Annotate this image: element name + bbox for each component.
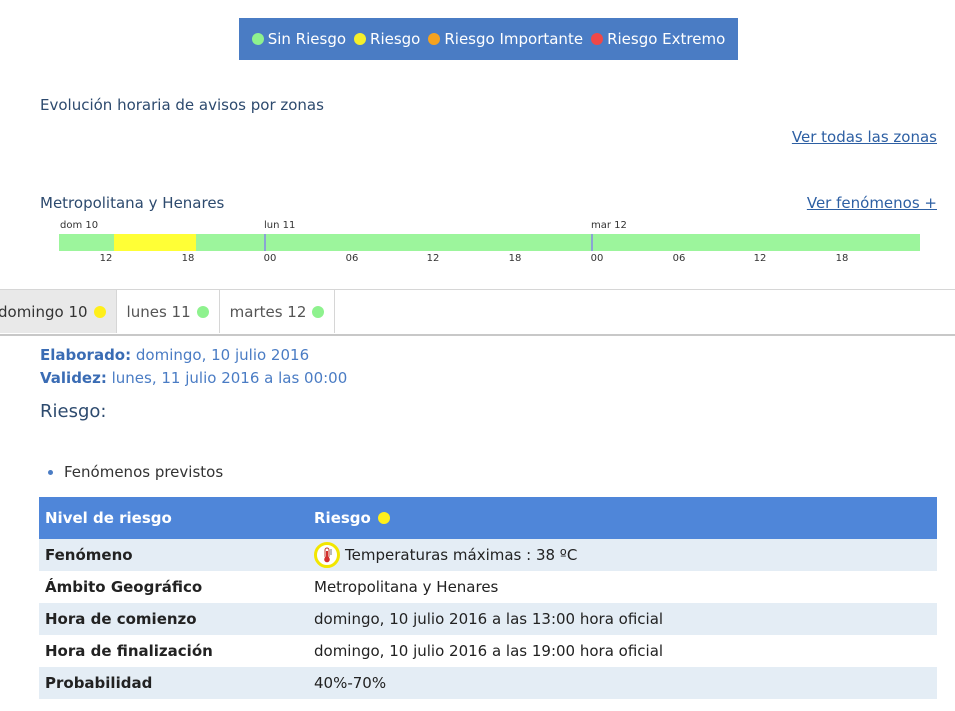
legend-label: Riesgo [370, 30, 421, 48]
bullet-icon [48, 469, 53, 475]
orange-dot-icon [428, 33, 441, 45]
legend-label: Riesgo Extremo [607, 30, 726, 48]
timeline-hour-label: 12 [753, 253, 767, 264]
bullet-text: Fenómenos previstos [64, 463, 224, 481]
red-dot-icon [591, 33, 604, 45]
row-value: domingo, 10 julio 2016 a las 13:00 hora … [308, 603, 937, 635]
legend-item-riesgo-extremo: Riesgo Extremo [591, 30, 725, 48]
timeline-hour-label: 06 [345, 253, 359, 264]
green-dot-icon [312, 305, 325, 318]
header-key: Nivel de riesgo [39, 497, 308, 539]
timeline-segment[interactable] [59, 234, 114, 251]
tab-lunes-11[interactable]: lunes 11 [117, 290, 220, 333]
row-value: 40%-70% [308, 667, 937, 699]
table-row: Hora de finalización domingo, 10 julio 2… [39, 635, 937, 667]
timeline-hour-label: 18 [508, 253, 522, 264]
day-divider [591, 234, 593, 251]
table-row: Ámbito Geográfico Metropolitana y Henare… [39, 571, 937, 603]
section-title: Evolución horaria de avisos por zonas [40, 96, 324, 114]
header-value: Riesgo [308, 497, 937, 539]
timeline-day-label: dom 10 [60, 220, 99, 231]
timeline-hour-label: 12 [426, 253, 440, 264]
timeline-segment[interactable] [114, 234, 196, 251]
row-key: Fenómeno [39, 539, 308, 571]
timeline-segment[interactable] [196, 234, 920, 251]
legend-item-riesgo-importante: Riesgo Importante [428, 30, 583, 48]
timeline-hour-label: 18 [835, 253, 849, 264]
yellow-dot-icon [378, 512, 391, 524]
row-key: Hora de comienzo [39, 603, 308, 635]
timeline-day-label: mar 12 [591, 220, 627, 231]
row-value: Temperaturas máximas : 38 ºC [308, 539, 937, 571]
table-row: Hora de comienzo domingo, 10 julio 2016 … [39, 603, 937, 635]
table-row: Fenómeno Temperaturas máximas : 38 ºC [39, 539, 937, 571]
validity-line: Validez: lunes, 11 julio 2016 a las 00:0… [40, 369, 347, 387]
green-dot-icon [196, 305, 209, 318]
row-key: Hora de finalización [45, 642, 213, 660]
row-value: domingo, 10 julio 2016 a las 19:00 hora … [314, 642, 664, 660]
legend-label: Sin Riesgo [267, 30, 347, 48]
timeline-hour-label: 18 [181, 253, 195, 264]
day-divider [264, 234, 266, 251]
warning-details-table: Nivel de riesgo Riesgo Fenómeno Temperat… [39, 497, 937, 699]
view-all-zones-link[interactable]: Ver todas las zonas [792, 128, 937, 146]
timeline-hour-label: 00 [590, 253, 604, 264]
timeline-hour-label: 06 [672, 253, 686, 264]
tab-label: domingo 10 [0, 302, 88, 321]
table-row: Probabilidad 40%-70% [39, 667, 937, 699]
legend-label: Riesgo Importante [444, 30, 584, 48]
list-item: Fenómenos previstos [48, 463, 223, 481]
zone-name: Metropolitana y Henares [40, 194, 225, 212]
view-phenomena-link[interactable]: Ver fenómenos + [807, 194, 937, 212]
legend-item-riesgo: Riesgo [354, 30, 420, 48]
thermometer-icon [314, 542, 340, 568]
green-dot-icon [251, 33, 264, 45]
timeline-hour-label: 00 [263, 253, 277, 264]
row-key: Probabilidad [39, 667, 308, 699]
tab-domingo-10[interactable]: domingo 10 [0, 290, 117, 333]
validity-value: lunes, 11 julio 2016 a las 00:00 [111, 369, 348, 387]
table-header-row: Nivel de riesgo Riesgo [39, 497, 937, 539]
timeline-day-label: lun 11 [264, 220, 296, 231]
hourly-timeline: dom 10 lun 11 mar 12 12 18 00 06 12 18 0… [0, 218, 955, 278]
legend-item-sin-riesgo: Sin Riesgo [251, 30, 347, 48]
validity-label: Validez: [40, 369, 107, 387]
tab-label: martes 12 [229, 302, 307, 321]
tab-label: lunes 11 [126, 302, 191, 321]
elaborated-label: Elaborado: [40, 346, 132, 364]
row-key: Ámbito Geográfico [45, 578, 203, 596]
day-tabs: domingo 10 lunes 11 martes 12 [0, 289, 955, 336]
yellow-dot-icon [93, 305, 106, 318]
risk-heading: Riesgo: [40, 401, 107, 422]
tab-martes-12[interactable]: martes 12 [220, 290, 336, 333]
phenomenon-text: Temperaturas máximas : 38 ºC [345, 546, 578, 564]
yellow-dot-icon [354, 33, 367, 45]
elaborated-value: domingo, 10 julio 2016 [135, 346, 310, 364]
row-value: Metropolitana y Henares [314, 578, 499, 596]
elaborated-line: Elaborado: domingo, 10 julio 2016 [40, 346, 309, 364]
timeline-hour-label: 12 [99, 253, 113, 264]
risk-level-text: Riesgo [314, 509, 371, 527]
risk-legend: Sin Riesgo Riesgo Riesgo Importante Ries… [239, 18, 738, 60]
